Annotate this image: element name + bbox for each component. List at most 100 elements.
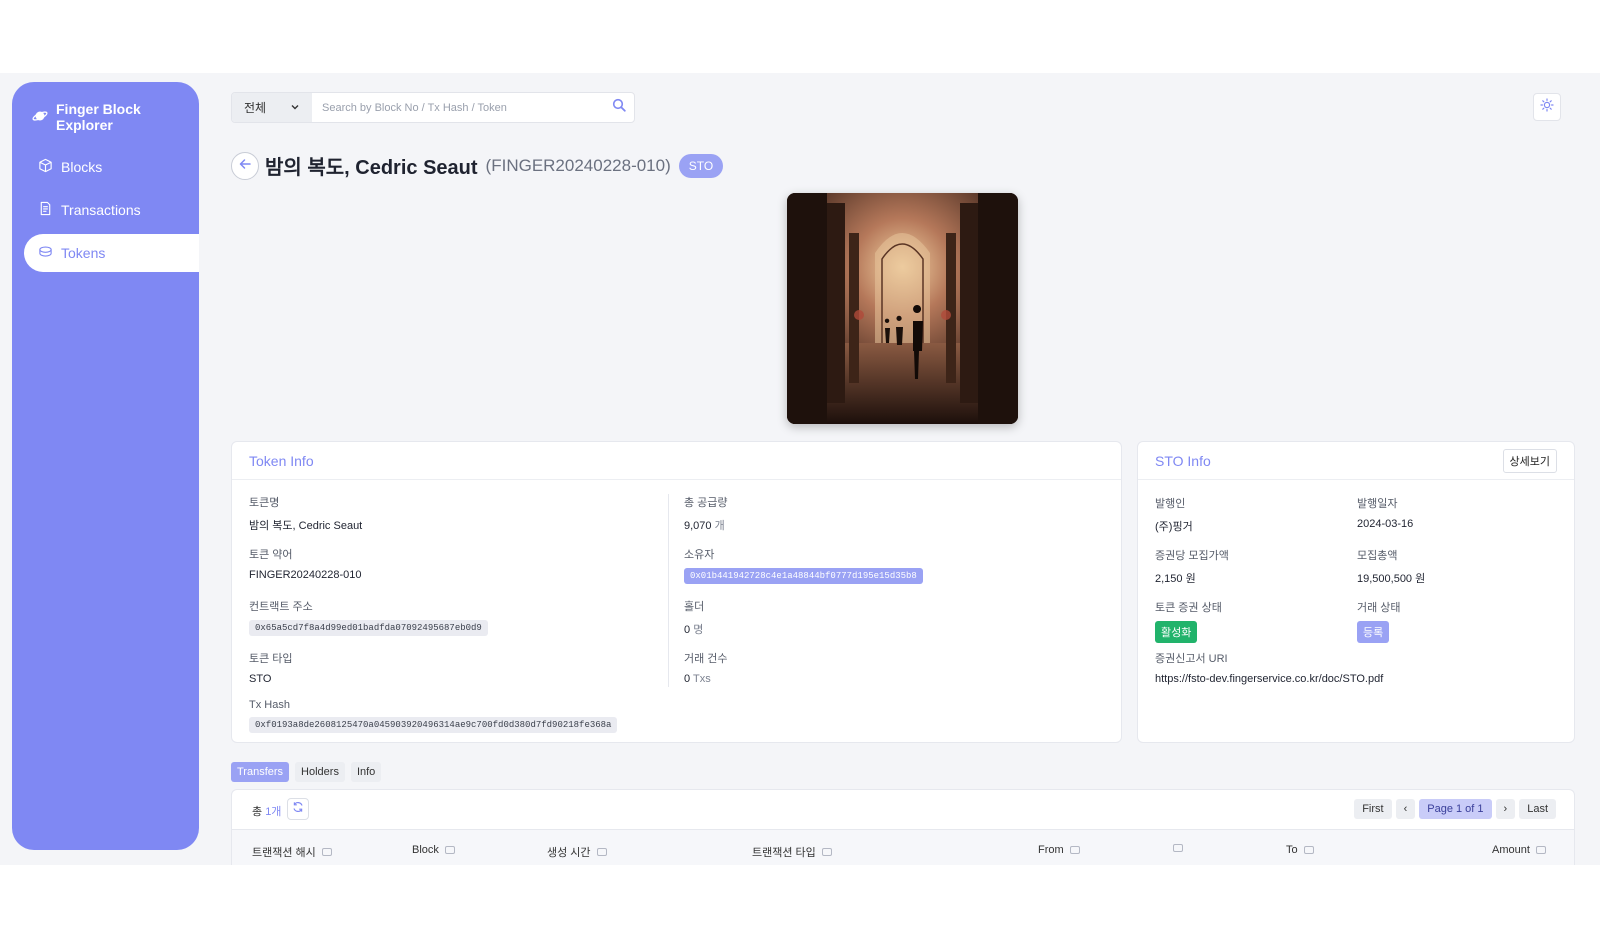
tab-holders[interactable]: Holders	[295, 762, 345, 782]
coins-icon	[38, 244, 53, 262]
search-bar: 전체	[231, 92, 635, 123]
sidebar-item-label: Blocks	[61, 159, 103, 175]
field-token-name: 토큰명 밤의 복도, Cedric Seaut	[249, 494, 362, 533]
first-page-button[interactable]: First	[1354, 799, 1392, 819]
sun-icon	[1540, 97, 1554, 117]
field-label: 증권당 모집가액	[1155, 550, 1229, 562]
field-label: 모집총액	[1357, 550, 1398, 562]
field-label: 컨트랙트 주소	[249, 601, 313, 613]
search-button[interactable]	[604, 93, 634, 122]
sto-info-header: STO Info 상세보기	[1138, 442, 1574, 480]
cube-icon	[38, 158, 53, 176]
column-header-label: 트랜잭션 타입	[752, 847, 816, 859]
token-image	[787, 193, 1018, 424]
app-shell: Finger Block Explorer Blocks Transaction…	[0, 73, 1600, 865]
field-token-type: 토큰 타입 STO	[249, 650, 293, 685]
search-scope-value: 전체	[244, 101, 267, 115]
search-scope-select[interactable]: 전체	[232, 93, 312, 122]
field-contract-address: 컨트랙트 주소 0x65a5cd7f8a4d99ed01badfda070924…	[249, 598, 488, 636]
back-button[interactable]	[231, 152, 259, 180]
page-title: 밤의 복도, Cedric Seaut	[265, 157, 478, 179]
token-info-title: Token Info	[249, 452, 314, 469]
column-header-tx-hash[interactable]: 트랜잭션 해시	[252, 844, 332, 860]
field-value: 9,070 개	[684, 517, 728, 533]
field-value: 19,500,500 원	[1357, 573, 1426, 585]
column-header-to[interactable]: To	[1286, 844, 1314, 856]
field-label: 소유자	[684, 549, 715, 561]
field-issue-date: 발행일자 2024-03-16	[1357, 495, 1413, 530]
field-label: Tx Hash	[249, 699, 290, 711]
column-header-label: Block	[412, 844, 439, 856]
field-tx-count: 거래 건수 0 Txs	[684, 650, 728, 685]
contract-address-link[interactable]: 0x65a5cd7f8a4d99ed01badfda07092495687eb0…	[249, 620, 488, 636]
prospectus-uri-link[interactable]: https://fsto-dev.fingerservice.co.kr/doc…	[1155, 673, 1383, 685]
field-value: 2024-03-16	[1357, 518, 1414, 530]
token-type-badge: STO	[678, 153, 724, 178]
trade-status-badge: 등록	[1357, 621, 1390, 643]
filter-icon	[1173, 844, 1183, 852]
column-header-from[interactable]: From	[1038, 844, 1080, 856]
sidebar-item-blocks[interactable]: Blocks	[24, 148, 199, 186]
token-info-header: Token Info	[232, 442, 1121, 480]
sidebar-item-tokens[interactable]: Tokens	[24, 234, 199, 272]
filter-icon	[1535, 846, 1546, 854]
arrow-left-icon	[238, 157, 252, 176]
column-header-direction[interactable]	[1167, 844, 1183, 852]
field-holders: 홀더 0 명	[684, 598, 704, 637]
column-header-created[interactable]: 생성 시간	[547, 844, 607, 860]
txcount-unit: Txs	[692, 673, 711, 685]
field-price-per-share: 증권당 모집가액 2,150 원	[1155, 547, 1229, 586]
tab-info[interactable]: Info	[350, 762, 382, 782]
field-value: 밤의 복도, Cedric Seaut	[249, 520, 363, 532]
field-label: 발행일자	[1357, 498, 1398, 510]
filter-icon	[444, 846, 455, 854]
search-icon	[612, 98, 626, 117]
owner-address-link[interactable]: 0x01b441942728c4e1a48844bf0777d195e15d35…	[684, 568, 923, 584]
field-label: 토큰 타입	[249, 653, 293, 665]
field-label: 홀더	[684, 601, 705, 613]
last-page-button[interactable]: Last	[1519, 799, 1556, 819]
sto-detail-button[interactable]: 상세보기	[1502, 448, 1557, 473]
sidebar-item-transactions[interactable]: Transactions	[24, 191, 199, 229]
token-info-card: Token Info 토큰명 밤의 복도, Cedric Seaut 토큰 약어…	[231, 441, 1122, 743]
field-owner: 소유자 0x01b441942728c4e1a48844bf0777d195e1…	[684, 546, 923, 584]
sidebar-item-label: Transactions	[61, 202, 141, 218]
field-token-symbol: 토큰 약어 FINGER20240228-010	[249, 546, 362, 581]
refresh-icon	[292, 800, 304, 818]
supply-number: 9,070	[684, 520, 712, 532]
sidebar: Finger Block Explorer Blocks Transaction…	[12, 82, 199, 850]
field-value: STO	[249, 673, 272, 685]
filter-icon	[1303, 846, 1314, 854]
holders-number: 0	[684, 624, 691, 636]
column-header-block[interactable]: Block	[412, 844, 455, 856]
field-label: 발행인	[1155, 498, 1186, 510]
brand[interactable]: Finger Block Explorer	[32, 101, 199, 133]
column-header-tx-type[interactable]: 트랜잭션 타입	[752, 844, 832, 860]
holders-unit: 명	[693, 624, 704, 636]
field-label: 증권신고서 URI	[1155, 653, 1228, 665]
tx-hash-link[interactable]: 0xf0193a8de2608125470a045903920496314ae9…	[249, 717, 618, 733]
column-header-label: To	[1286, 844, 1298, 856]
token-symbol: (FINGER20240228-010)	[485, 155, 671, 175]
sidebar-item-label: Tokens	[61, 245, 106, 261]
status-badge: 활성화	[1155, 621, 1198, 643]
brand-name: Finger Block Explorer	[56, 101, 141, 133]
refresh-button[interactable]	[287, 798, 309, 820]
field-label: 토큰 약어	[249, 549, 293, 561]
field-label: 토큰명	[249, 497, 280, 509]
field-issuer: 발행인 (주)핑거	[1155, 495, 1193, 534]
next-page-button[interactable]: ›	[1495, 799, 1516, 819]
column-header-amount[interactable]: Amount	[1492, 844, 1546, 856]
field-value: 0 명	[684, 621, 704, 637]
filter-icon	[821, 848, 832, 856]
column-header-label: 생성 시간	[547, 847, 591, 859]
tab-transfers[interactable]: Transfers	[231, 762, 290, 782]
field-label: 토큰 증권 상태	[1155, 602, 1222, 614]
theme-toggle-button[interactable]	[1533, 93, 1561, 121]
field-label: 총 공급량	[684, 497, 728, 509]
current-page-indicator: Page 1 of 1	[1419, 799, 1492, 819]
prev-page-button[interactable]: ‹	[1395, 799, 1416, 819]
field-total-supply: 총 공급량 9,070 개	[684, 494, 728, 533]
total-number: 1개	[265, 806, 282, 818]
search-input[interactable]	[312, 93, 604, 122]
